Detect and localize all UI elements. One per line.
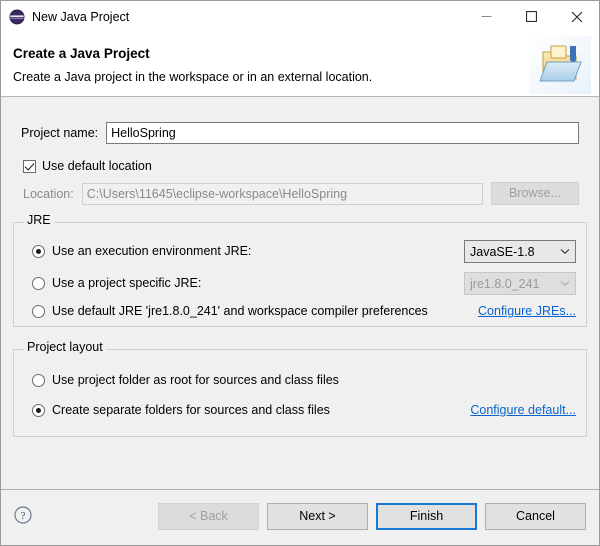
close-icon [571, 11, 582, 22]
use-default-location-checkbox[interactable] [23, 159, 36, 173]
jre-default-label: Use default JRE 'jre1.8.0_241' and works… [52, 304, 428, 318]
location-label: Location: [23, 186, 74, 201]
new-java-project-dialog: New Java Project Create a Java Project C… [0, 0, 600, 546]
location-row: Location: Browse... [23, 182, 579, 205]
jre-project-specific-radio[interactable] [32, 276, 45, 290]
jre-group-label: JRE [24, 213, 54, 227]
browse-button[interactable]: Browse... [491, 182, 579, 205]
maximize-button[interactable] [509, 1, 554, 32]
layout-project-folder-radio[interactable] [32, 373, 45, 387]
execution-environment-combo-value: JavaSE-1.8 [470, 244, 535, 259]
use-default-location-row[interactable]: Use default location [23, 159, 152, 173]
cancel-button[interactable]: Cancel [485, 503, 586, 530]
jre-option-execution-environment[interactable]: Use an execution environment JRE: [32, 244, 251, 258]
chevron-down-icon [560, 249, 570, 254]
back-button[interactable]: < Back [158, 503, 259, 530]
page-description: Create a Java project in the workspace o… [13, 70, 373, 84]
configure-default-link[interactable]: Configure default... [470, 403, 576, 417]
wizard-header: Create a Java Project Create a Java proj… [1, 32, 599, 97]
jre-project-specific-label: Use a project specific JRE: [52, 276, 202, 290]
java-project-folder-icon [529, 36, 591, 94]
location-input[interactable] [81, 182, 483, 205]
jre-group: JRE Use an execution environment JRE: Ja… [13, 213, 587, 327]
dialog-footer: ? < Back Next > Finish Cancel [1, 489, 599, 545]
layout-project-folder-label: Use project folder as root for sources a… [52, 373, 339, 387]
svg-text:?: ? [21, 510, 26, 522]
close-button[interactable] [554, 1, 599, 32]
configure-jres-link[interactable]: Configure JREs... [478, 304, 576, 318]
minimize-icon [481, 16, 492, 17]
jre-execution-environment-label: Use an execution environment JRE: [52, 244, 252, 258]
title-bar: New Java Project [1, 1, 599, 32]
jre-option-project-specific[interactable]: Use a project specific JRE: [32, 276, 201, 290]
help-question-icon[interactable]: ? [14, 506, 32, 524]
next-button[interactable]: Next > [267, 503, 368, 530]
page-title: Create a Java Project [13, 46, 150, 61]
window-controls [464, 1, 599, 32]
dialog-body: Project name: Use default location Locat… [1, 97, 599, 489]
footer-button-bar: < Back Next > Finish Cancel [158, 503, 586, 530]
eclipse-wizard-icon [9, 9, 25, 25]
window-title: New Java Project [32, 9, 130, 24]
chevron-down-icon [560, 281, 570, 286]
layout-option-project-folder-root[interactable]: Use project folder as root for sources a… [32, 373, 339, 387]
project-name-label: Project name: [21, 126, 99, 140]
project-layout-group: Project layout Use project folder as roo… [13, 340, 587, 437]
project-name-input[interactable] [106, 122, 579, 144]
project-layout-group-label: Project layout [24, 340, 106, 354]
jre-execution-environment-radio[interactable] [32, 244, 45, 258]
use-default-location-label: Use default location [42, 159, 152, 173]
layout-separate-folders-label: Create separate folders for sources and … [52, 403, 330, 417]
execution-environment-combo[interactable]: JavaSE-1.8 [464, 240, 576, 263]
project-specific-jre-combo-value: jre1.8.0_241 [470, 276, 540, 291]
project-name-row: Project name: [21, 122, 579, 144]
finish-button[interactable]: Finish [376, 503, 477, 530]
jre-group-border [14, 222, 586, 223]
maximize-icon [526, 11, 537, 22]
minimize-button[interactable] [464, 1, 509, 32]
jre-option-default-jre[interactable]: Use default JRE 'jre1.8.0_241' and works… [32, 304, 428, 318]
jre-default-radio[interactable] [32, 304, 45, 318]
project-specific-jre-combo[interactable]: jre1.8.0_241 [464, 272, 576, 295]
layout-option-separate-folders[interactable]: Create separate folders for sources and … [32, 403, 330, 417]
layout-separate-folders-radio[interactable] [32, 403, 45, 417]
